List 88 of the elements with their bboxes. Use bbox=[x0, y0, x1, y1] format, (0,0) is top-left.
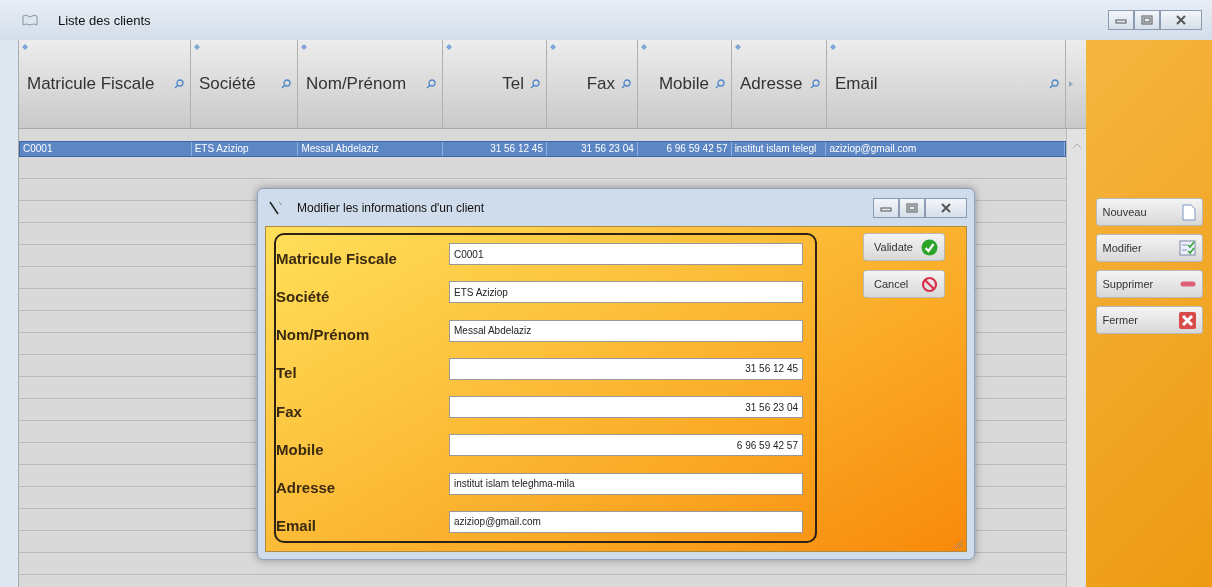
column-header[interactable]: Tel bbox=[443, 40, 547, 128]
input-field[interactable]: 31 56 12 45 bbox=[449, 357, 803, 380]
sort-icon bbox=[641, 44, 647, 50]
search-icon[interactable] bbox=[281, 79, 291, 89]
column-header[interactable]: Fax bbox=[547, 40, 638, 128]
book-icon bbox=[22, 13, 38, 27]
input-field[interactable]: aziziop@gmail.com bbox=[449, 510, 803, 533]
table-row[interactable]: C0001 ETS Aziziop Messal Abdelaziz 31 56 12 45 31 56 23 04 6 96 59 42 57 institut islam telegl aziziop@gmail.com bbox=[19, 141, 1066, 157]
field-label: Mobile bbox=[276, 439, 325, 458]
dialog-title: Modifier les informations d'un client bbox=[297, 200, 485, 215]
input-field[interactable]: Messal Abdelaziz bbox=[449, 319, 803, 342]
sort-icon bbox=[830, 44, 836, 50]
close-icon bbox=[1178, 311, 1196, 329]
dialog-button[interactable]: Cancel bbox=[863, 270, 945, 298]
checkmark-icon bbox=[921, 238, 938, 256]
column-header[interactable]: Email bbox=[827, 40, 1066, 128]
field-label: Fax bbox=[276, 401, 303, 420]
field-label: Tel bbox=[276, 363, 298, 382]
minimize-button[interactable] bbox=[1108, 10, 1134, 30]
close-icon bbox=[940, 202, 952, 213]
table-cell: institut islam telegl bbox=[731, 142, 827, 156]
column-title: Adresse bbox=[740, 74, 804, 94]
input-field[interactable]: institut islam teleghma-mila bbox=[449, 472, 803, 495]
close-button[interactable] bbox=[925, 197, 967, 218]
column-title: Matricule Fiscale bbox=[27, 74, 156, 94]
window-title: Liste des clients bbox=[58, 12, 151, 28]
maximize-button[interactable] bbox=[1134, 10, 1160, 30]
column-header[interactable]: Matricule Fiscale bbox=[19, 40, 191, 128]
table-cell: 31 56 23 04 bbox=[547, 142, 638, 156]
sort-icon bbox=[550, 44, 556, 50]
sort-icon bbox=[194, 44, 200, 50]
side-button[interactable]: Modifier bbox=[1095, 234, 1203, 262]
checklist-icon bbox=[1178, 240, 1196, 256]
column-title: Société bbox=[199, 74, 257, 94]
sort-icon bbox=[22, 44, 28, 50]
column-header[interactable]: Nom/Prénom bbox=[298, 40, 443, 128]
table-cell: aziziop@gmail.com bbox=[826, 142, 1065, 156]
field-label: Adresse bbox=[276, 478, 337, 497]
scroll-up-icon[interactable] bbox=[1072, 143, 1081, 148]
resize-grip-icon[interactable] bbox=[954, 539, 964, 549]
restore-icon bbox=[906, 202, 918, 213]
maximize-button[interactable] bbox=[899, 197, 925, 218]
field-label: Société bbox=[276, 286, 331, 305]
side-button[interactable]: Fermer bbox=[1095, 306, 1203, 334]
column-title: Fax bbox=[585, 74, 616, 94]
column-title: Email bbox=[835, 74, 879, 94]
column-title: Mobile bbox=[657, 74, 710, 94]
close-icon bbox=[1175, 15, 1187, 25]
table-cell: 6 96 59 42 57 bbox=[637, 142, 732, 156]
column-title: Nom/Prénom bbox=[306, 74, 408, 94]
search-icon[interactable] bbox=[174, 79, 184, 89]
search-icon[interactable] bbox=[715, 79, 725, 89]
search-icon[interactable] bbox=[426, 79, 436, 89]
input-field[interactable]: C0001 bbox=[449, 243, 803, 266]
prohibited-icon bbox=[921, 275, 938, 293]
table-cell: C0001 bbox=[20, 142, 192, 156]
table-cell: 31 56 12 45 bbox=[443, 142, 547, 156]
close-button[interactable] bbox=[1160, 10, 1202, 30]
column-title: Tel bbox=[501, 74, 525, 94]
column-header[interactable]: Mobile bbox=[638, 40, 732, 128]
input-field[interactable]: ETS Aziziop bbox=[449, 281, 803, 304]
input-field[interactable]: 31 56 23 04 bbox=[449, 396, 803, 419]
table-cell: ETS Aziziop bbox=[191, 142, 299, 156]
search-icon[interactable] bbox=[530, 79, 540, 89]
scrollbar[interactable] bbox=[1066, 129, 1086, 587]
field-label: Matricule Fiscale bbox=[276, 248, 398, 267]
minimize-icon bbox=[1115, 16, 1127, 24]
minimize-button[interactable] bbox=[873, 197, 899, 218]
field-label: Email bbox=[276, 516, 318, 535]
sort-icon bbox=[446, 44, 452, 50]
side-button[interactable]: Supprimer bbox=[1095, 270, 1203, 298]
side-button[interactable]: Nouveau bbox=[1095, 198, 1203, 226]
sort-icon bbox=[301, 44, 307, 50]
search-icon[interactable] bbox=[621, 79, 631, 89]
restore-icon bbox=[1141, 15, 1153, 25]
column-header[interactable]: Adresse bbox=[732, 40, 827, 128]
page-icon bbox=[1181, 203, 1196, 221]
search-icon[interactable] bbox=[1049, 79, 1059, 89]
table-cell: Messal Abdelaziz bbox=[298, 142, 444, 156]
dialog-button[interactable]: Validate bbox=[863, 233, 945, 261]
minus-icon bbox=[1179, 281, 1196, 287]
pen-icon bbox=[269, 200, 283, 215]
scroll-right-icon[interactable] bbox=[1069, 81, 1073, 87]
field-label: Nom/Prénom bbox=[276, 325, 371, 344]
input-field[interactable]: 6 96 59 42 57 bbox=[449, 434, 803, 457]
column-header[interactable]: Société bbox=[191, 40, 298, 128]
search-icon[interactable] bbox=[810, 79, 820, 89]
sort-icon bbox=[735, 44, 741, 50]
